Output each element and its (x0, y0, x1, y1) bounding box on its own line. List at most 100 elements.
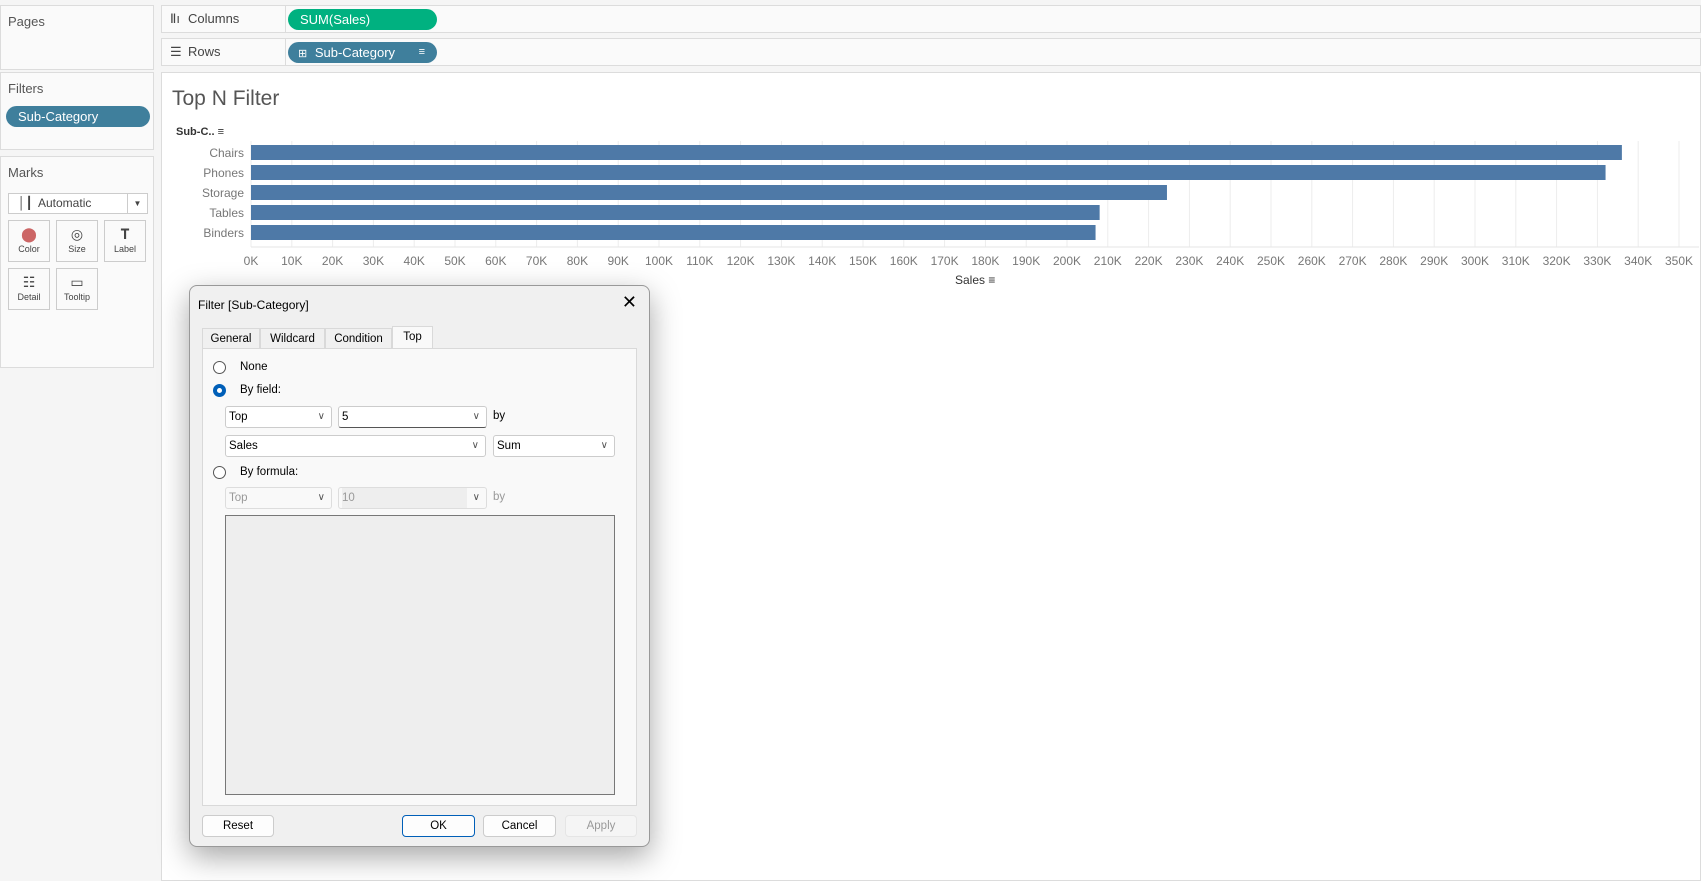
pages-title: Pages (8, 14, 45, 29)
select-value: Sales (229, 440, 258, 452)
expand-icon[interactable]: ⊞ (298, 48, 307, 60)
x-tick-label: 280K (1379, 254, 1407, 268)
x-tick-label: 310K (1502, 254, 1530, 268)
x-tick-label: 170K (931, 254, 959, 268)
label-label: Label (113, 244, 137, 254)
x-tick-label: 180K (971, 254, 999, 268)
rows-pill-sub-category[interactable]: ⊞ Sub-Category ≡ (288, 42, 437, 63)
by-formula-count-select[interactable]: 10 ∨ (338, 487, 487, 509)
x-tick-label: 150K (849, 254, 877, 268)
x-tick-label: 20K (322, 254, 343, 268)
x-tick-label: 250K (1257, 254, 1285, 268)
tooltip-label: Tooltip (63, 292, 90, 302)
columns-shelf[interactable]: Ⅱı Columns SUM(Sales) (161, 5, 1701, 33)
x-tick-label: 270K (1339, 254, 1367, 268)
by-formula-label: By formula: (240, 466, 299, 478)
none-radio[interactable] (213, 361, 226, 374)
x-axis-title[interactable]: Sales ≡ (955, 273, 995, 287)
size-button[interactable]: ◎ Size (56, 220, 98, 262)
bar-chairs (251, 145, 1622, 160)
tab-top[interactable]: Top (392, 326, 433, 349)
by-field-count-select[interactable]: 5 ∨ (338, 406, 487, 428)
row-header-label: Sub-C.. (176, 126, 215, 138)
x-tick-label: 260K (1298, 254, 1326, 268)
sort-icon: ≡ (418, 46, 425, 58)
x-tick-label: 30K (363, 254, 384, 268)
sort-icon[interactable]: ≡ (218, 126, 224, 138)
x-tick-label: 90K (608, 254, 629, 268)
sheet-title: Top N Filter (172, 87, 280, 110)
detail-icon: ☷ (22, 274, 36, 290)
select-value: Sum (497, 440, 521, 452)
x-tick-label: 60K (485, 254, 506, 268)
rows-shelf[interactable]: ☰ Rows ⊞ Sub-Category ≡ (161, 38, 1701, 66)
filters-title: Filters (8, 81, 44, 96)
chevron-down-icon: ∨ (472, 411, 480, 422)
by-field-aggregation-select[interactable]: Sum ∨ (493, 435, 615, 457)
formula-textarea[interactable] (225, 515, 615, 795)
apply-button[interactable]: Apply (565, 815, 637, 837)
select-value: Top (229, 492, 248, 504)
chevron-down-icon: ∨ (472, 492, 480, 503)
x-tick-label: 50K (444, 254, 465, 268)
marks-card: Marks │┃ Automatic ▼ ⬤ Color ◎ Size 𝐓 Label… (0, 156, 154, 368)
x-tick-label: 290K (1420, 254, 1448, 268)
mark-type-dropdown[interactable]: │┃ Automatic ▼ (8, 193, 148, 214)
by-field-field-select[interactable]: Sales ∨ (225, 435, 486, 457)
cancel-button[interactable]: Cancel (483, 815, 556, 837)
row-header[interactable]: Sub-C.. ≡ (176, 126, 224, 138)
x-tick-label: 0K (244, 254, 259, 268)
columns-label: Columns (162, 6, 286, 32)
x-axis-label: Sales (955, 273, 986, 287)
bar-storage (251, 185, 1167, 200)
filter-dialog: Filter [Sub-Category] ✕ General Wildcard… (189, 285, 650, 847)
x-tick-label: 220K (1135, 254, 1163, 268)
by-field-label: By field: (240, 384, 281, 396)
x-tick-label: 230K (1175, 254, 1203, 268)
x-tick-label: 80K (567, 254, 588, 268)
chevron-down-icon: ∨ (317, 411, 325, 422)
select-value: 5 (342, 411, 349, 423)
bar-tables (251, 205, 1100, 220)
tab-general[interactable]: General (202, 328, 260, 349)
category-label: Chairs (209, 146, 244, 160)
filter-pill-sub-category[interactable]: Sub-Category (6, 106, 150, 127)
label-button[interactable]: 𝐓 Label (104, 220, 146, 262)
chevron-down-icon: ∨ (317, 492, 325, 503)
by-formula-radio[interactable] (213, 466, 226, 479)
reset-button[interactable]: Reset (202, 815, 274, 837)
by-field-direction-select[interactable]: Top ∨ (225, 406, 332, 428)
category-label: Tables (209, 206, 244, 220)
tab-condition[interactable]: Condition (325, 328, 392, 349)
ok-button[interactable]: OK (402, 815, 475, 837)
x-tick-label: 160K (890, 254, 918, 268)
detail-button[interactable]: ☷ Detail (8, 268, 50, 310)
sort-icon[interactable]: ≡ (988, 273, 995, 287)
x-tick-label: 210K (1094, 254, 1122, 268)
x-tick-label: 330K (1583, 254, 1611, 268)
tab-wildcard[interactable]: Wildcard (260, 328, 325, 349)
marks-title: Marks (8, 165, 44, 180)
chevron-down-icon: ∨ (471, 440, 479, 451)
x-tick-label: 40K (404, 254, 425, 268)
by-formula-by-label: by (493, 491, 506, 503)
x-tick-label: 350K (1665, 254, 1693, 268)
color-button[interactable]: ⬤ Color (8, 220, 50, 262)
x-tick-label: 340K (1624, 254, 1652, 268)
pages-shelf[interactable]: Pages (0, 5, 154, 70)
by-formula-direction-select[interactable]: Top ∨ (225, 487, 332, 509)
by-field-radio[interactable] (213, 384, 226, 397)
x-tick-label: 100K (645, 254, 673, 268)
close-icon[interactable]: ✕ (622, 292, 637, 313)
x-tick-label: 10K (281, 254, 302, 268)
size-icon: ◎ (70, 226, 84, 242)
x-tick-label: 110K (686, 254, 713, 268)
category-label: Phones (203, 166, 244, 180)
bar-binders (251, 225, 1096, 240)
filters-shelf[interactable]: Filters Sub-Category (0, 72, 154, 150)
dialog-title: Filter [Sub-Category] (198, 298, 309, 312)
tooltip-button[interactable]: ▭ Tooltip (56, 268, 98, 310)
columns-pill-sum-sales[interactable]: SUM(Sales) (288, 9, 437, 30)
x-tick-label: 200K (1053, 254, 1081, 268)
bar-chart-icon: │┃ (18, 196, 33, 210)
